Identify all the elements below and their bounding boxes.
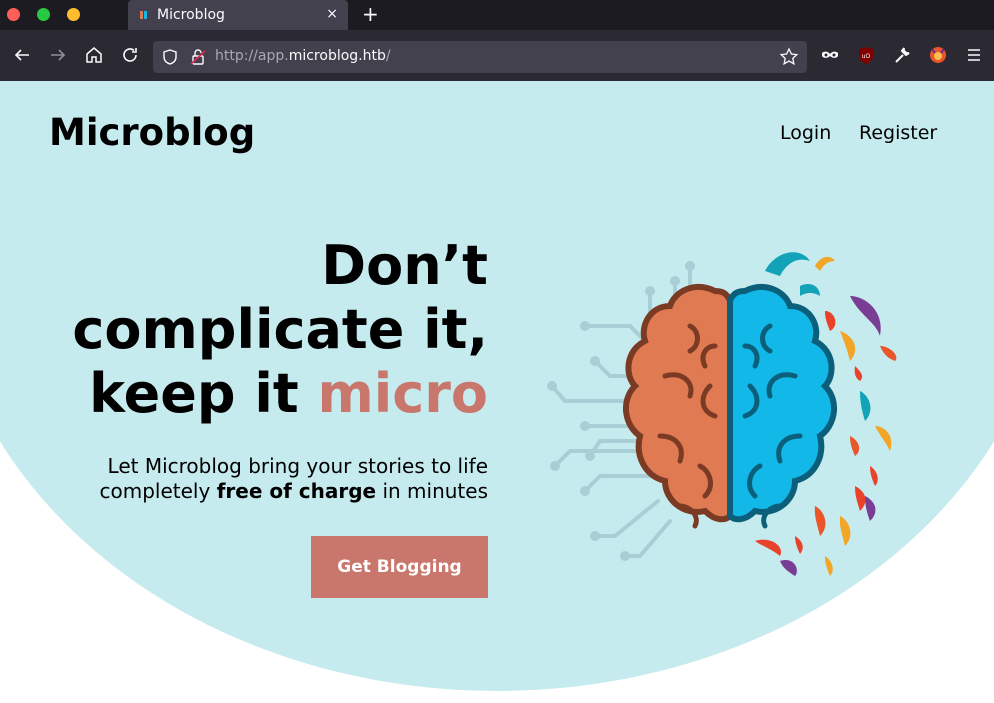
page-content: Microblog Login Register Don’t complicat… xyxy=(0,81,994,703)
fox-icon[interactable] xyxy=(927,44,949,66)
tab-title: Microblog xyxy=(157,7,225,23)
headline-line-2: complicate it, xyxy=(72,298,488,361)
left-hemisphere-icon xyxy=(622,284,733,523)
headline-accent: micro xyxy=(317,362,488,425)
window-maximize-button[interactable] xyxy=(37,8,50,21)
login-link[interactable]: Login xyxy=(780,122,831,144)
back-icon[interactable] xyxy=(11,44,33,66)
tab-close-icon[interactable]: × xyxy=(326,6,338,22)
headline-line-3: keep it micro xyxy=(89,362,488,425)
tab-bar: Microblog × + xyxy=(0,0,994,30)
hero-subtitle: Let Microblog bring your stories to life… xyxy=(100,454,488,504)
window-minimize-button[interactable] xyxy=(67,8,80,21)
ublock-icon[interactable]: uO xyxy=(855,44,877,66)
subtitle-line-2: completely free of charge in minutes xyxy=(99,479,488,503)
site-logo[interactable]: Microblog xyxy=(49,111,255,154)
right-hemisphere-icon xyxy=(727,284,838,523)
menu-icon[interactable] xyxy=(963,44,985,66)
wrench-icon[interactable] xyxy=(891,44,913,66)
window-close-button[interactable] xyxy=(7,8,20,21)
svg-text:uO: uO xyxy=(862,53,871,60)
star-icon[interactable] xyxy=(779,47,799,67)
get-blogging-button[interactable]: Get Blogging xyxy=(311,536,488,598)
reload-icon[interactable] xyxy=(119,44,141,66)
favicon-icon xyxy=(140,11,147,19)
hero-headline: Don’t complicate it, keep it micro xyxy=(72,234,488,426)
register-link[interactable]: Register xyxy=(859,122,937,144)
shield-icon[interactable] xyxy=(161,48,179,66)
subtitle-line-1: Let Microblog bring your stories to life xyxy=(107,454,488,478)
brain-illustration-icon xyxy=(547,252,897,576)
mask-icon[interactable] xyxy=(819,44,841,66)
lock-icon[interactable] xyxy=(189,48,207,66)
tab-microblog[interactable]: Microblog × xyxy=(128,0,348,30)
headline-line-1: Don’t xyxy=(321,234,488,297)
new-tab-button[interactable]: + xyxy=(362,3,379,25)
home-icon[interactable] xyxy=(83,44,105,66)
url-text[interactable]: http://app.microblog.htb/ xyxy=(215,48,391,64)
url-bar[interactable]: http://app.microblog.htb/ xyxy=(153,41,807,73)
subtitle-bold: free of charge xyxy=(216,479,377,503)
forward-icon[interactable] xyxy=(47,44,69,66)
navigation-toolbar: http://app.microblog.htb/ uO xyxy=(0,30,994,81)
